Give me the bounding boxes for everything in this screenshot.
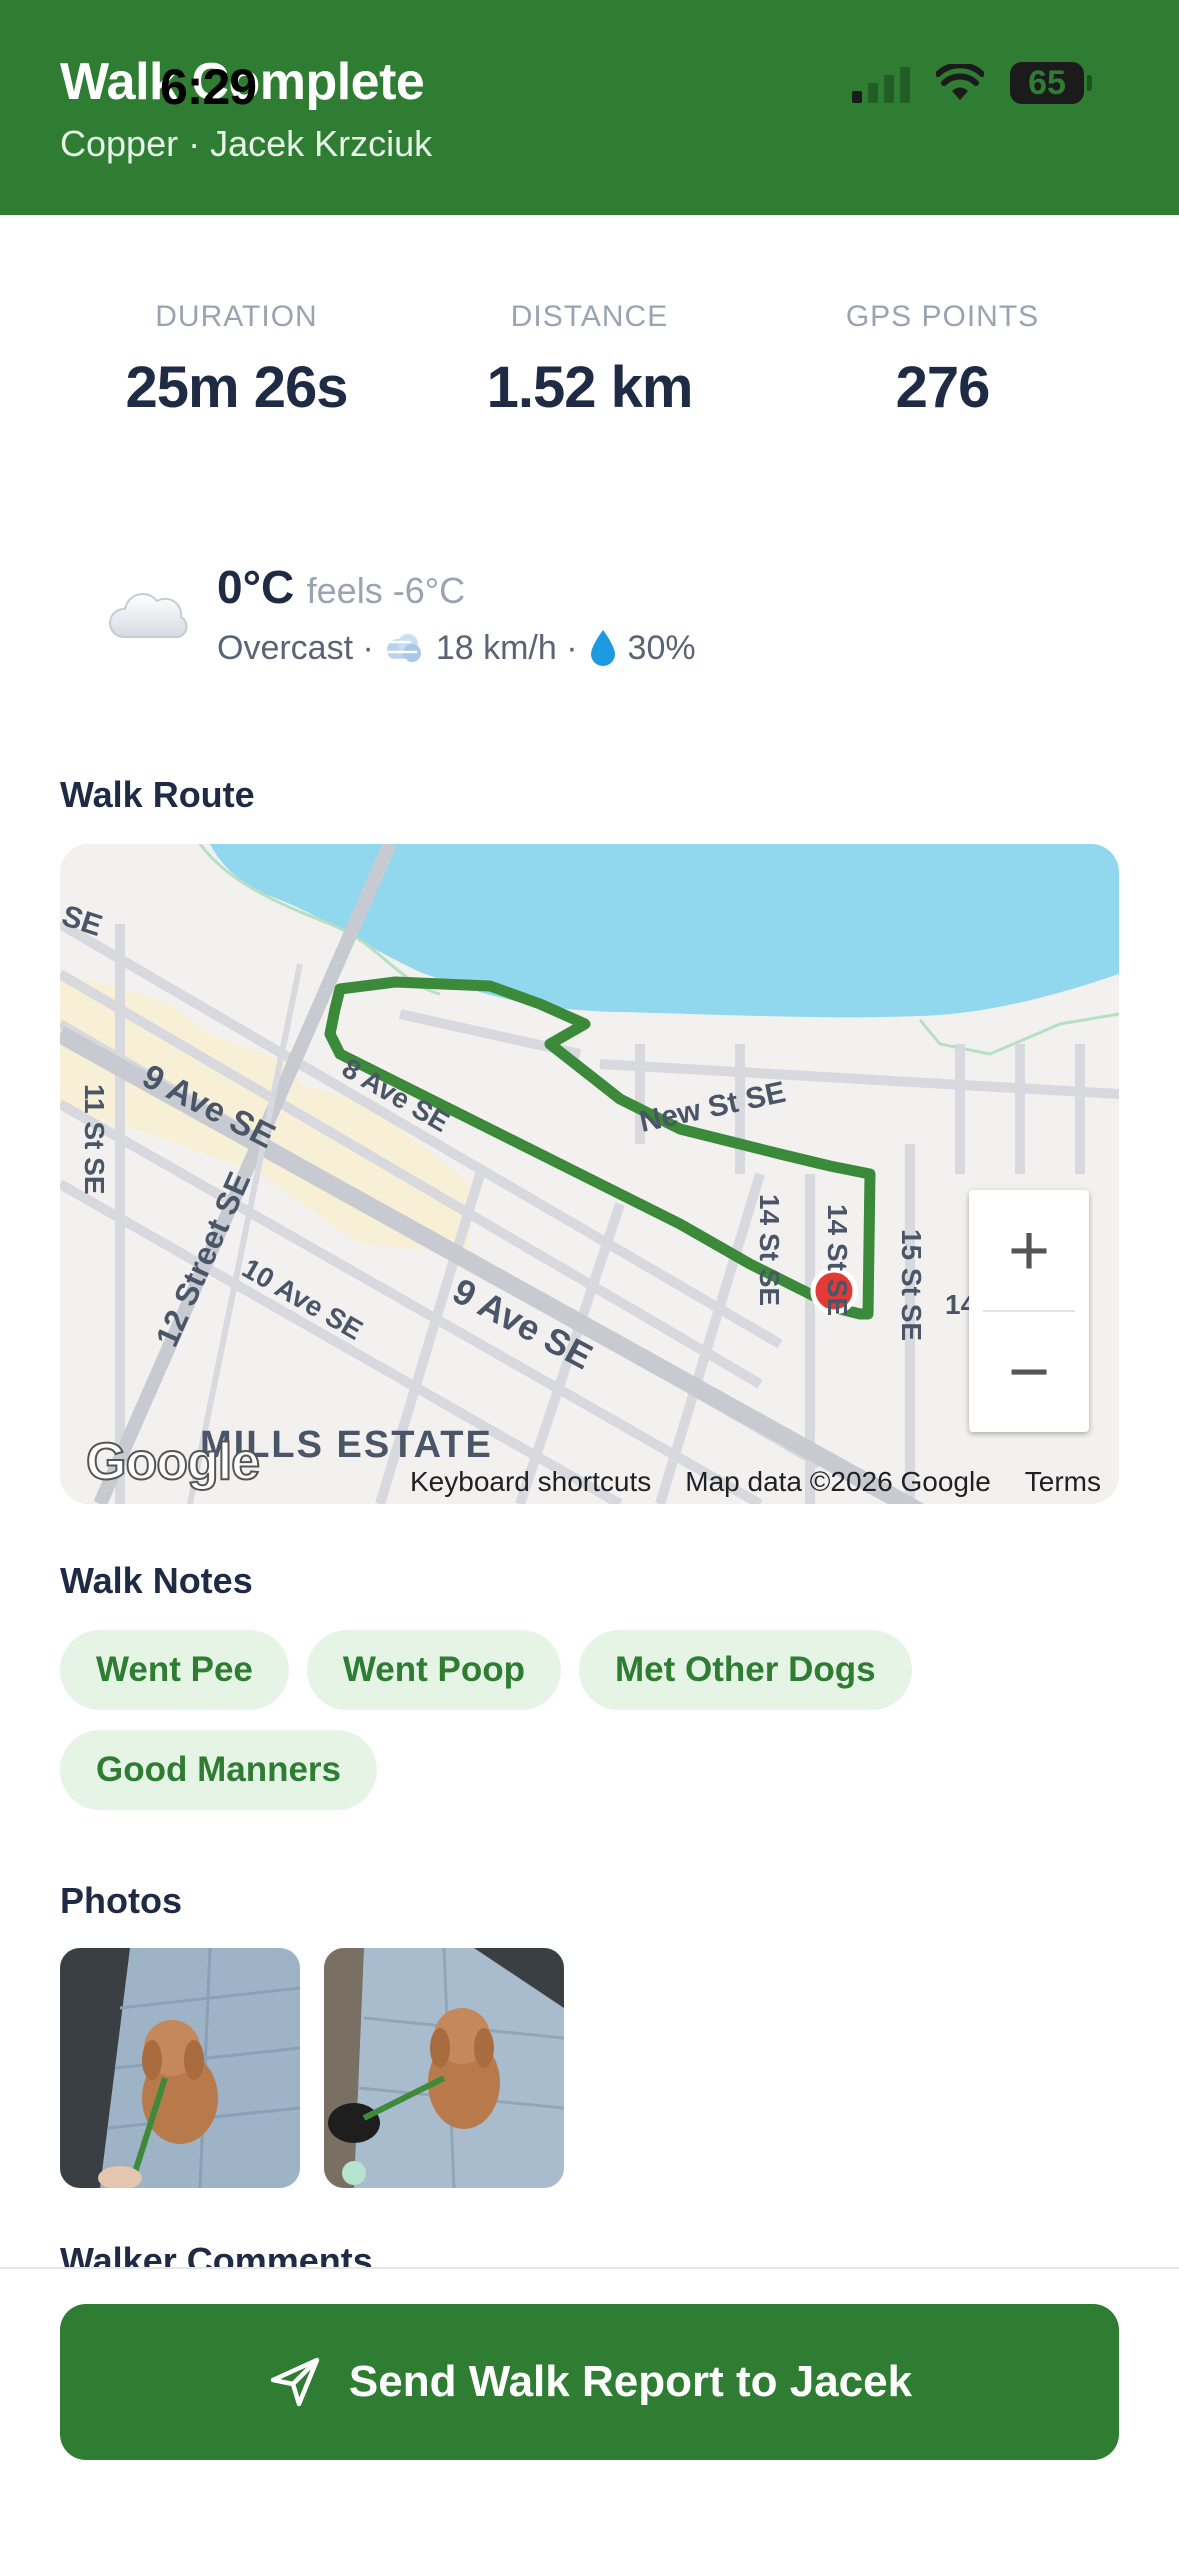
google-logo: Google: [85, 1432, 261, 1492]
route-map[interactable]: SE 9 Ave SE 8 Ave SE 11 St SE 12 Street …: [60, 844, 1119, 1504]
zoom-in-button[interactable]: +: [969, 1190, 1089, 1311]
terms-link[interactable]: Terms: [1025, 1466, 1101, 1498]
status-icons: 65: [852, 62, 1092, 104]
header-subtitle: Copper · Jacek Krzciuk: [60, 123, 433, 164]
zoom-out-button[interactable]: −: [969, 1311, 1089, 1432]
note-tag: Went Poop: [306, 1630, 562, 1710]
droplet-icon: [590, 630, 615, 666]
cellular-signal-icon: [852, 63, 910, 103]
walk-stats: DURATION 25m 26s DISTANCE 1.52 km GPS PO…: [60, 300, 1119, 421]
stat-value: 1.52 km: [486, 355, 694, 420]
photos-title: Photos: [60, 1880, 182, 1921]
wifi-icon: [936, 64, 984, 100]
battery-level: 65: [1028, 63, 1066, 102]
weather-wind: 18 km/h ·: [435, 628, 578, 667]
map-label: New St SE: [637, 1076, 789, 1139]
stat-label: GPS POINTS: [845, 300, 1040, 333]
map-label: 14 St SE: [754, 1194, 785, 1306]
send-icon: [270, 2357, 320, 2407]
stat-label: DISTANCE: [510, 300, 669, 333]
status-time: 6:29: [160, 59, 257, 115]
weather-details: 0°C feels -6°C Overcast · 18 km/h · 30%: [217, 560, 696, 668]
map-label: 14 St SE: [822, 1204, 853, 1316]
stat-distance: DISTANCE 1.52 km: [413, 300, 766, 421]
battery-icon: 65: [1010, 62, 1092, 104]
weather-line: Overcast · 18 km/h · 30%: [217, 628, 696, 668]
map-data-attribution: Map data ©2026 Google: [685, 1466, 991, 1497]
map-footer: Keyboard shortcuts Map data ©2026 Google…: [410, 1466, 1101, 1498]
weather-feels-like: feels -6°C: [306, 570, 466, 611]
weather-summary: 0°C feels -6°C Overcast · 18 km/h · 30%: [105, 560, 696, 668]
wind-icon: [384, 634, 421, 662]
photo-gallery: [60, 1948, 564, 2188]
weather-humidity: 30%: [627, 628, 696, 667]
walk-notes-title: Walk Notes: [60, 1560, 253, 1601]
note-tag: Went Pee: [60, 1630, 289, 1710]
map-label: 15 St SE: [896, 1229, 927, 1341]
map-canvas: SE 9 Ave SE 8 Ave SE 11 St SE 12 Street …: [60, 844, 1119, 1504]
stat-gps-points: GPS POINTS 276: [766, 300, 1119, 421]
cloud-icon: [108, 593, 188, 638]
stat-value: 25m 26s: [125, 355, 349, 420]
map-label: SE: [60, 899, 106, 943]
walk-notes-tags: Went Pee Went Poop Met Other Dogs Good M…: [60, 1630, 1119, 1810]
stat-label: DURATION: [155, 300, 318, 333]
stat-value: 276: [895, 355, 991, 420]
stat-duration: DURATION 25m 26s: [60, 300, 413, 421]
dog-photo[interactable]: [60, 1948, 300, 2188]
keyboard-shortcuts-link[interactable]: Keyboard shortcuts: [410, 1466, 651, 1498]
dog-photo[interactable]: [324, 1948, 564, 2188]
send-report-button[interactable]: Send Walk Report to Jacek: [60, 2304, 1119, 2460]
weather-temperature: 0°C: [217, 561, 295, 613]
note-tag: Good Manners: [60, 1730, 378, 1810]
note-tag: Met Other Dogs: [579, 1630, 912, 1710]
map-zoom-controls: + −: [969, 1190, 1089, 1432]
walk-route-title: Walk Route: [60, 774, 255, 815]
send-report-label: Send Walk Report to Jacek: [348, 2357, 913, 2406]
map-label: 11 St SE: [79, 1084, 110, 1195]
weather-condition: Overcast ·: [217, 628, 374, 667]
